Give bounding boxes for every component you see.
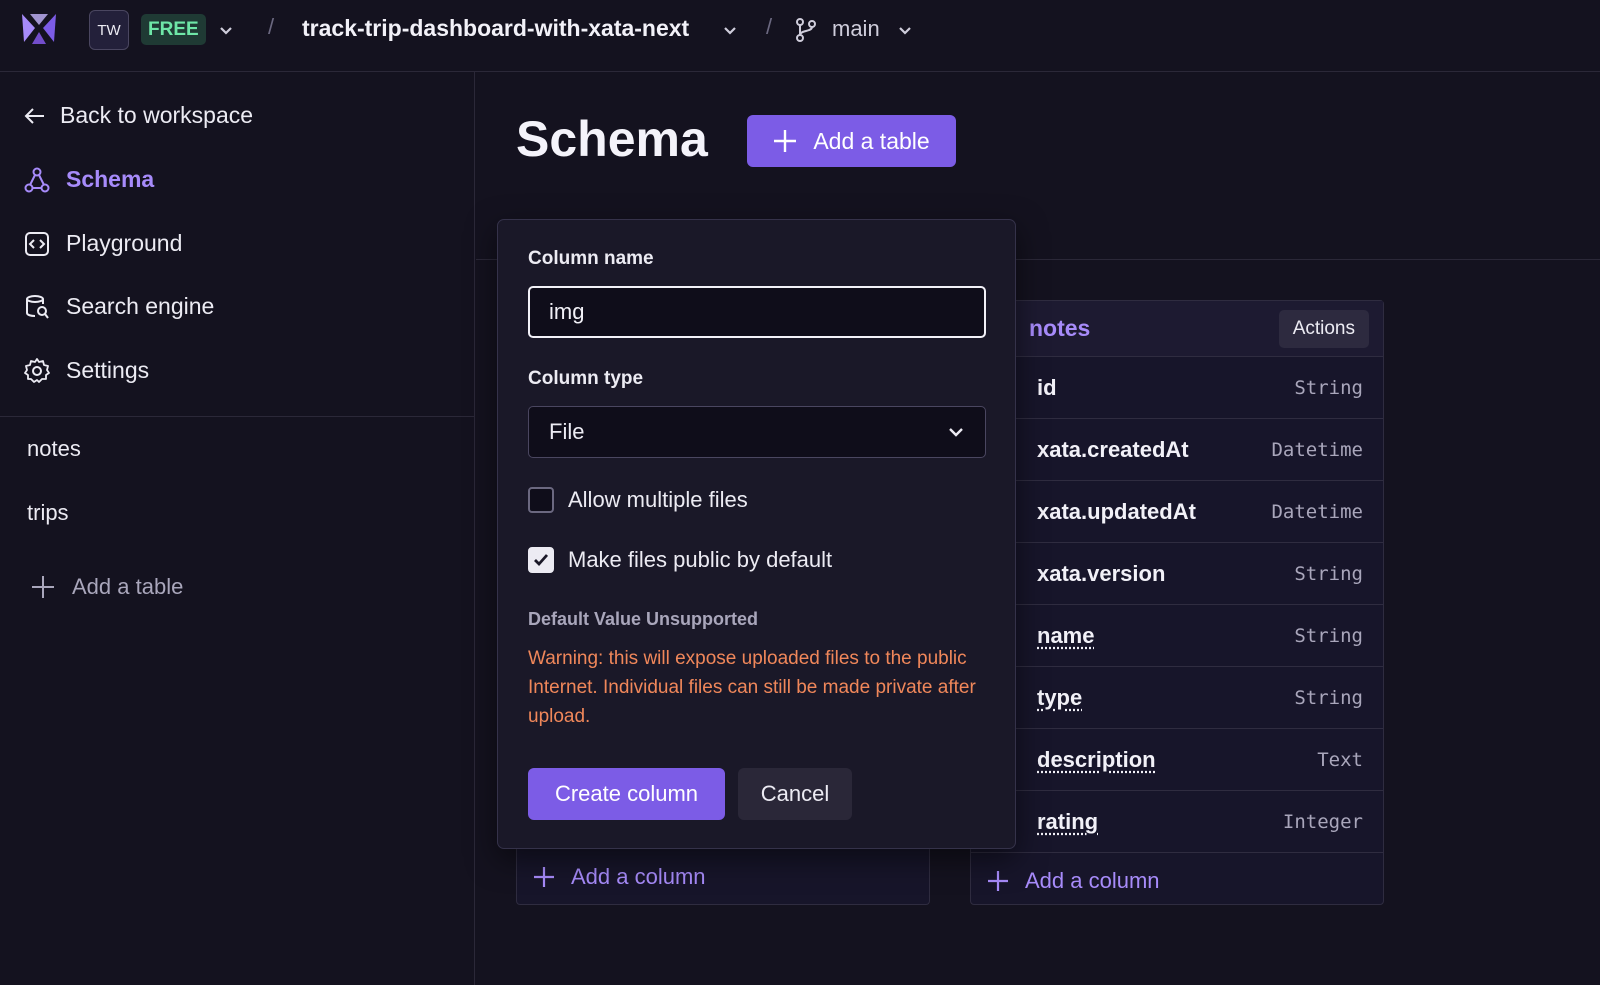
column-row[interactable]: type String <box>971 667 1383 729</box>
column-name-input[interactable] <box>528 286 986 338</box>
make-public-label: Make files public by default <box>568 547 833 572</box>
sidebar-divider <box>0 416 475 417</box>
column-type: Datetime <box>1271 500 1363 523</box>
column-name: rating <box>1037 808 1099 834</box>
breadcrumb-separator: / <box>766 14 773 39</box>
back-to-workspace-link[interactable]: Back to workspace <box>24 102 253 129</box>
column-name: id <box>1037 374 1057 400</box>
column-row[interactable]: id String <box>971 357 1383 419</box>
column-type-value: File <box>549 419 585 444</box>
table-title[interactable]: notes <box>1029 315 1090 342</box>
chevron-down-icon[interactable] <box>219 24 233 38</box>
column-row[interactable]: name String <box>971 605 1383 667</box>
plan-badge: FREE <box>141 14 206 45</box>
column-type: Text <box>1317 748 1363 771</box>
create-column-button[interactable]: Create column <box>528 768 725 820</box>
search-engine-icon <box>26 294 49 319</box>
sidebar-add-table-button[interactable]: Add a table <box>30 574 183 600</box>
sidebar-item-playground[interactable]: Playground <box>24 230 182 257</box>
sidebar-table-notes[interactable]: notes <box>27 436 81 462</box>
column-row[interactable]: rating Integer <box>971 791 1383 853</box>
add-column-popover: Column name Column type File Allow multi… <box>497 219 1016 849</box>
column-name: description <box>1037 746 1156 772</box>
plus-icon <box>32 576 54 598</box>
column-type: String <box>1294 562 1363 585</box>
plus-icon <box>774 130 797 152</box>
column-name: name <box>1037 622 1095 648</box>
cancel-button[interactable]: Cancel <box>738 768 852 820</box>
sidebar-item-label: Schema <box>66 166 155 192</box>
page-title: Schema <box>516 111 708 167</box>
breadcrumb-separator: / <box>268 14 275 39</box>
add-column-label: Add a column <box>571 864 706 889</box>
workspace-avatar[interactable]: TW <box>89 10 129 50</box>
sidebar: Back to workspace Schema Playground Sear… <box>0 72 475 985</box>
column-name: type <box>1037 684 1083 710</box>
schema-icon <box>24 167 50 192</box>
arrow-left-icon <box>24 107 44 124</box>
sidebar-item-settings[interactable]: Settings <box>24 357 149 384</box>
column-type-label: Column type <box>528 368 644 389</box>
xata-logo-icon[interactable] <box>20 12 58 46</box>
code-icon <box>25 231 49 256</box>
sidebar-table-trips[interactable]: trips <box>27 500 69 526</box>
column-type: Datetime <box>1271 438 1363 461</box>
column-row[interactable]: xata.updatedAt Datetime <box>971 481 1383 543</box>
notes-table-card: notes Actions id String xata.createdAt D… <box>970 300 1384 905</box>
branch-icon <box>796 18 816 42</box>
add-column-label: Add a column <box>1025 868 1160 893</box>
sidebar-item-schema[interactable]: Schema <box>24 166 154 193</box>
chevron-down-icon[interactable] <box>723 24 737 38</box>
column-type: String <box>1294 376 1363 399</box>
column-row[interactable]: xata.version String <box>971 543 1383 605</box>
sidebar-item-label: Settings <box>66 357 150 383</box>
add-table-label: Add a table <box>72 574 184 599</box>
branch-name[interactable]: main <box>832 16 880 42</box>
public-files-warning: Warning: this will expose uploaded files… <box>528 648 976 727</box>
make-public-option[interactable]: Make files public by default <box>528 547 832 573</box>
default-value-label: Default Value Unsupported <box>528 609 759 629</box>
sidebar-item-search-engine[interactable]: Search engine <box>24 293 214 320</box>
chevron-down-icon <box>949 428 963 437</box>
checkmark-icon <box>534 554 549 567</box>
column-name: xata.updatedAt <box>1037 498 1196 524</box>
column-type: String <box>1294 686 1363 709</box>
table-header: notes Actions <box>971 301 1383 357</box>
column-name: xata.version <box>1037 560 1166 586</box>
column-row[interactable]: xata.createdAt Datetime <box>971 419 1383 481</box>
actions-button[interactable]: Actions <box>1278 309 1369 348</box>
column-type-select[interactable]: File <box>528 406 986 458</box>
column-type: Integer <box>1282 810 1363 833</box>
column-name-label: Column name <box>528 248 654 269</box>
database-name[interactable]: track-trip-dashboard-with-xata-next <box>302 15 689 42</box>
column-row[interactable]: description Text <box>971 729 1383 791</box>
add-table-button[interactable]: Add a table <box>747 115 956 167</box>
chevron-down-icon[interactable] <box>898 24 912 38</box>
sidebar-item-label: Playground <box>66 230 183 256</box>
plus-icon <box>988 871 1008 891</box>
top-bar: TW FREE / track-trip-dashboard-with-xata… <box>0 0 1600 72</box>
column-type: String <box>1294 624 1363 647</box>
allow-multiple-files-label: Allow multiple files <box>568 487 748 512</box>
gear-icon <box>24 357 50 383</box>
add-table-button-label: Add a table <box>813 127 930 154</box>
allow-multiple-files-checkbox[interactable] <box>528 487 554 513</box>
sidebar-item-label: Search engine <box>66 293 215 319</box>
column-name: xata.createdAt <box>1037 436 1189 462</box>
plus-icon <box>534 867 554 887</box>
allow-multiple-files-option[interactable]: Allow multiple files <box>528 487 748 513</box>
add-column-button[interactable]: Add a column <box>971 853 1383 909</box>
back-label: Back to workspace <box>60 102 254 128</box>
make-public-checkbox[interactable] <box>528 547 554 573</box>
